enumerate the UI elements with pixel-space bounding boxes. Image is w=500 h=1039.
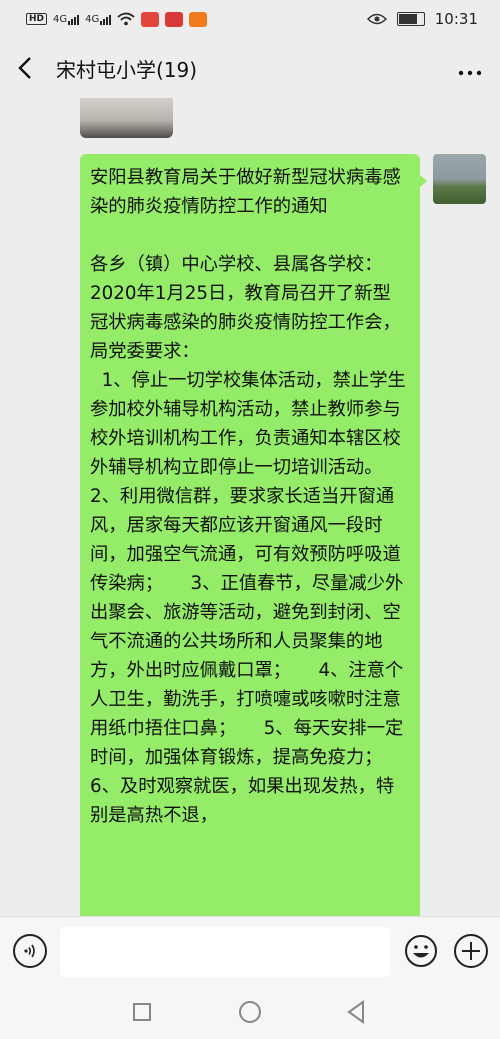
app-notification-icon bbox=[189, 11, 208, 27]
battery-icon bbox=[396, 12, 425, 26]
more-dots-icon[interactable] bbox=[458, 54, 482, 82]
status-bar: HD 4G 4G 10:31 bbox=[0, 0, 500, 38]
app-notification-icon bbox=[141, 11, 160, 27]
chat-header: 宋村屯小学(19) bbox=[0, 38, 500, 98]
wifi-icon bbox=[117, 12, 135, 26]
status-time: 10:31 bbox=[434, 10, 478, 28]
status-right: 10:31 bbox=[366, 10, 478, 28]
hd-icon: HD bbox=[26, 13, 48, 25]
plus-icon[interactable] bbox=[454, 934, 488, 968]
status-left: HD 4G 4G bbox=[26, 11, 208, 27]
voice-icon[interactable] bbox=[13, 934, 47, 968]
signal-icon: 4G bbox=[85, 14, 112, 25]
message-input[interactable] bbox=[60, 927, 390, 977]
emoji-icon[interactable] bbox=[404, 934, 438, 968]
chat-area[interactable]: 安阳县教育局关于做好新型冠状病毒感染的肺炎疫情防控工作的通知 各乡（镇）中心学校… bbox=[0, 98, 500, 916]
chat-title: 宋村屯小学(19) bbox=[56, 57, 198, 82]
message-bubble[interactable]: 安阳县教育局关于做好新型冠状病毒感染的肺炎疫情防控工作的通知 各乡（镇）中心学校… bbox=[80, 154, 420, 916]
chevron-left-icon[interactable] bbox=[18, 54, 46, 82]
eye-icon bbox=[366, 13, 387, 25]
signal-icon: 4G bbox=[53, 14, 80, 25]
app-notification-icon bbox=[165, 11, 184, 27]
avatar[interactable] bbox=[433, 154, 486, 204]
recent-apps-icon[interactable] bbox=[133, 1003, 151, 1021]
previous-image-message[interactable] bbox=[80, 98, 173, 138]
home-icon[interactable] bbox=[239, 1001, 261, 1023]
system-navigation bbox=[0, 986, 500, 1039]
back-icon[interactable] bbox=[345, 1000, 367, 1024]
bubble-tail bbox=[419, 174, 427, 188]
input-bar bbox=[0, 916, 500, 986]
